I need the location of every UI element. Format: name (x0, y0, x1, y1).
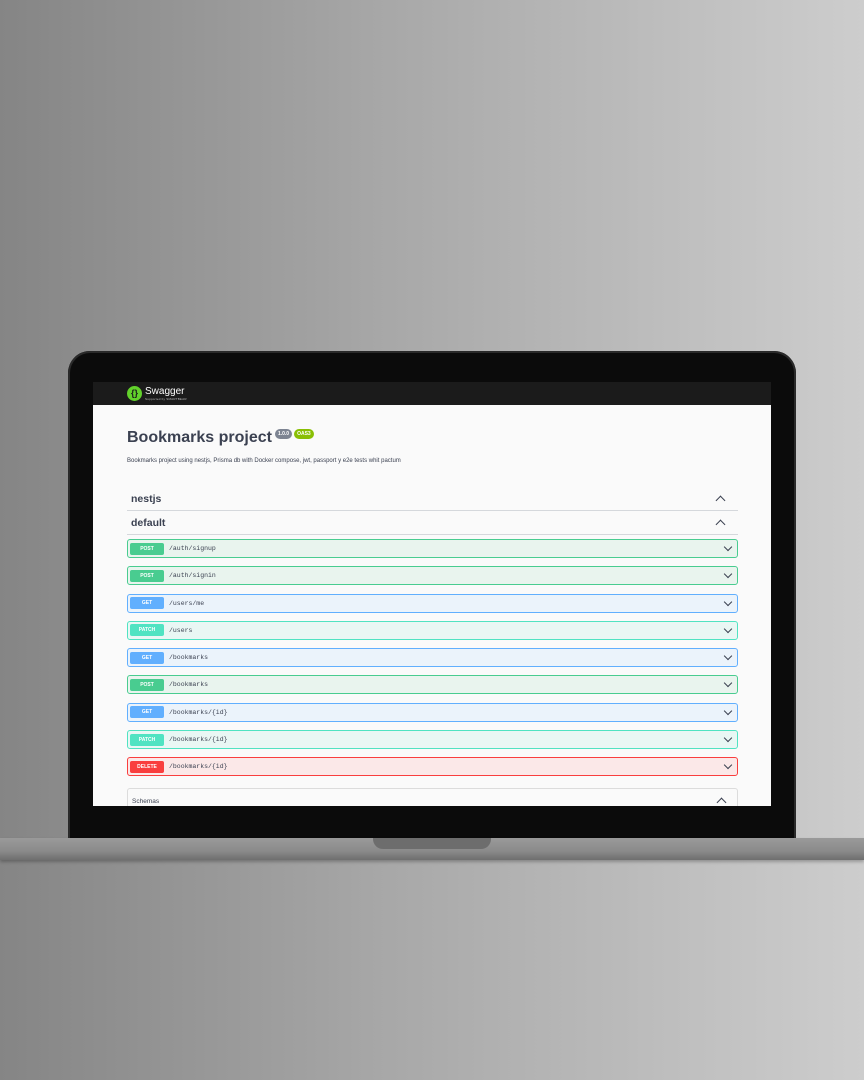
chevron-up-icon[interactable] (715, 495, 726, 505)
chevron-down-icon[interactable] (723, 597, 733, 606)
operation-row[interactable]: GET /bookmarks (127, 648, 738, 668)
oas-badge: OAS3 (294, 429, 314, 439)
chevron-down-icon[interactable] (723, 706, 733, 716)
operation-path: /bookmarks (169, 681, 209, 689)
browser-screen: {} Swagger Supported by SMARTBEAR Bookma… (93, 382, 771, 806)
method-badge: GET (130, 597, 164, 610)
operation-path: /bookmarks/{id} (169, 763, 228, 771)
chevron-down-icon[interactable] (723, 542, 733, 552)
swagger-logo-subtitle: Supported by SMARTBEAR (145, 396, 187, 401)
operation-row[interactable]: PATCH /bookmarks/{id} (127, 730, 738, 750)
operation-path: /bookmarks/{id} (169, 708, 228, 716)
operation-path: /auth/signup (169, 545, 216, 552)
chevron-down-icon[interactable] (723, 679, 733, 688)
operation-row[interactable]: PATCH /users (127, 620, 738, 640)
chevron-down-icon[interactable] (723, 624, 733, 634)
method-badge: GET (130, 651, 164, 664)
method-badge: GET (130, 706, 164, 719)
method-badge: PATCH (130, 624, 164, 637)
tag-default[interactable]: default (127, 511, 738, 535)
operation-row[interactable]: GET /bookmarks/{id} (127, 702, 738, 722)
method-badge: POST (130, 542, 164, 555)
operation-path: /users/me (169, 599, 205, 607)
operations-list: POST /auth/signup POST /auth/signin GET … (127, 539, 738, 777)
operation-path: /users (169, 626, 193, 634)
operation-row[interactable]: DELETE /bookmarks/{id} (127, 757, 738, 777)
tag-label: default (131, 516, 166, 529)
laptop-notch (373, 838, 491, 849)
api-description: Bookmarks project using nestjs, Prisma d… (127, 458, 401, 464)
swagger-logo-text[interactable]: Swagger (145, 386, 187, 397)
swagger-topbar: {} Swagger Supported by SMARTBEAR (93, 382, 771, 405)
operation-row[interactable]: POST /auth/signin (127, 566, 738, 586)
operation-path: /bookmarks (169, 654, 209, 662)
swagger-logo-icon[interactable]: {} (127, 386, 142, 401)
method-badge: DELETE (130, 760, 164, 773)
chevron-up-icon[interactable] (715, 519, 726, 529)
api-title-row: Bookmarks project 1.0.0 OAS3 (127, 429, 738, 447)
chevron-down-icon[interactable] (723, 570, 733, 579)
api-title: Bookmarks project (127, 429, 272, 446)
schemas-section[interactable]: Schemas (127, 788, 738, 806)
chevron-down-icon[interactable] (723, 651, 733, 661)
chevron-down-icon[interactable] (723, 733, 733, 743)
schemas-label: Schemas (132, 797, 160, 805)
tag-label: nestjs (131, 492, 162, 505)
method-badge: POST (130, 569, 164, 582)
operation-row[interactable]: POST /bookmarks (127, 675, 738, 695)
chevron-down-icon[interactable] (723, 761, 733, 770)
operation-row[interactable]: GET /users/me (127, 593, 738, 613)
operation-path: /auth/signin (169, 572, 216, 580)
chevron-up-icon[interactable] (716, 797, 727, 806)
method-badge: POST (130, 678, 164, 691)
version-badge: 1.0.0 (274, 429, 293, 439)
tag-nestjs[interactable]: nestjs (127, 487, 738, 511)
method-badge: PATCH (130, 733, 164, 746)
operation-path: /bookmarks/{id} (169, 736, 228, 744)
operation-row[interactable]: POST /auth/signup (127, 539, 738, 558)
